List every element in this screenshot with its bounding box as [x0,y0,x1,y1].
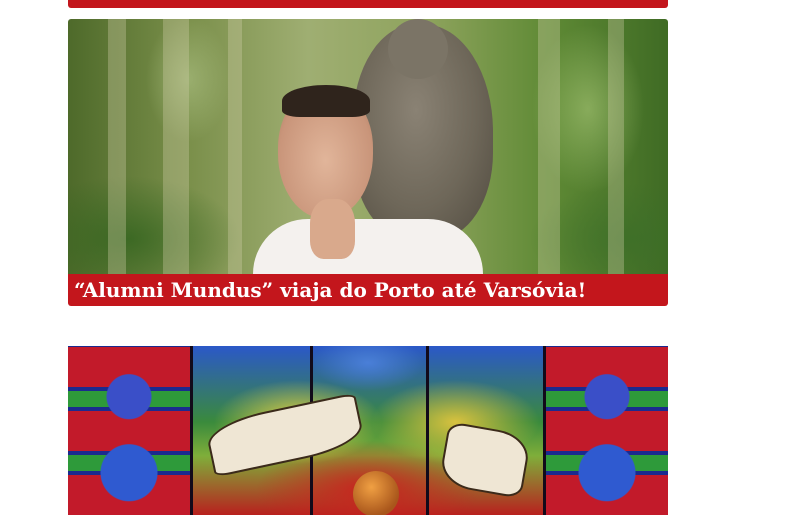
article-image[interactable] [68,19,668,274]
previous-article-caption-strip[interactable] [68,0,668,8]
man-hand [310,199,355,259]
tree-trunk [538,19,560,274]
man-shirt [253,219,483,274]
fruit-ornament [353,471,399,515]
article-card[interactable]: “Alumni Mundus” viaja do Porto até Varsó… [68,19,668,306]
tree-trunk [163,19,189,274]
stained-glass-side-panel [68,346,190,515]
article-card[interactable] [68,346,668,515]
lead-line [543,346,546,515]
monkey-head [388,19,448,79]
man-hair [282,85,370,117]
tree-trunk [108,19,126,274]
lead-line [426,346,429,515]
article-title-link[interactable]: “Alumni Mundus” viaja do Porto até Varsó… [68,274,668,306]
lead-line [190,346,193,515]
stained-glass-side-panel [546,346,668,515]
tree-trunk [228,19,242,274]
tree-trunk [608,19,624,274]
article-image[interactable] [68,346,668,515]
